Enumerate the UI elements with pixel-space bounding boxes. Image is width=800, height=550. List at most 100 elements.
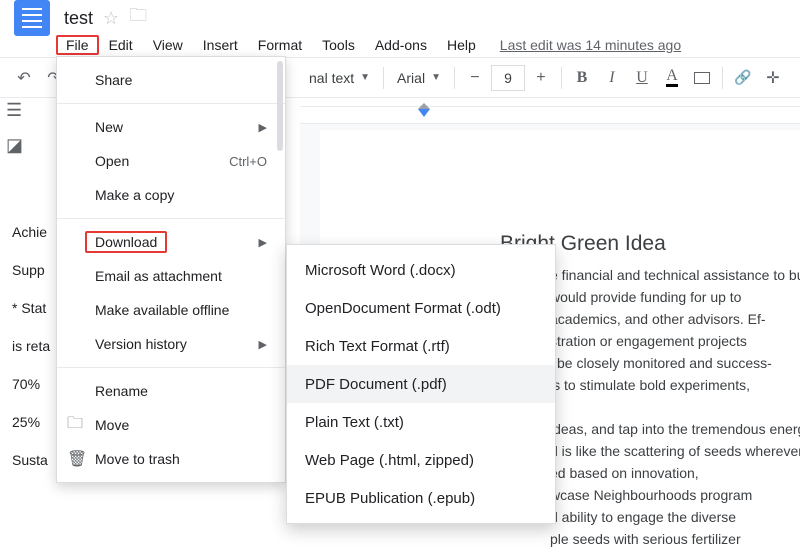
body-line: e financial and technical assistance to … [550, 264, 800, 286]
outline-strip: ☰ ◪ [6, 100, 23, 156]
text-color-a: A [666, 69, 678, 87]
file-menu-rename[interactable]: Rename [57, 374, 285, 408]
file-menu-move[interactable]: 🗀 Move [57, 408, 285, 442]
ruler[interactable] [300, 106, 800, 124]
trash-icon: 🗑 [67, 449, 87, 469]
body-line: d is like the scattering of seeds wherev… [550, 440, 800, 462]
menu-view[interactable]: View [143, 35, 193, 55]
document-body: e financial and technical assistance to … [550, 264, 800, 550]
menu-tools[interactable]: Tools [312, 35, 365, 55]
body-line: ideas, and tap into the tremendous energ… [550, 418, 800, 440]
menu-separator [57, 367, 285, 368]
undo-button[interactable]: ↶ [10, 64, 38, 92]
file-menu-offline[interactable]: Make available offline [57, 293, 285, 327]
file-menu-open[interactable]: OpenCtrl+O [57, 144, 285, 178]
outline-fragments: Achie Supp * Stat is reta 70% 25% Susta [12, 224, 50, 468]
paragraph-style-label: nal text [309, 70, 354, 86]
file-menu-download[interactable]: Download ▶ [57, 225, 285, 259]
file-menu-make-copy[interactable]: Make a copy [57, 178, 285, 212]
menu-label: Version history [95, 336, 187, 352]
highlight-icon [694, 72, 710, 84]
font-label: Arial [397, 70, 425, 86]
menu-help[interactable]: Help [437, 35, 486, 55]
paragraph-style-select[interactable]: nal text ▼ [302, 65, 377, 91]
download-rtf[interactable]: Rich Text Format (.rtf) [287, 327, 555, 365]
body-line: d ability to engage the diverse [550, 506, 800, 528]
menu-label: Move [95, 417, 129, 433]
outline-frag[interactable]: * Stat [12, 300, 50, 316]
menu-label: Rename [95, 383, 148, 399]
file-menu-new[interactable]: New ▶ [57, 110, 285, 144]
bold-button[interactable]: B [568, 64, 596, 92]
folder-icon: 🗀 [67, 412, 83, 439]
highlight-button[interactable] [688, 64, 716, 92]
outline-frag[interactable]: Achie [12, 224, 50, 240]
separator [383, 67, 384, 89]
outline-frag[interactable]: 70% [12, 376, 50, 392]
menu-separator [57, 218, 285, 219]
explore-icon[interactable]: ◪ [6, 135, 23, 156]
submenu-arrow-icon: ▶ [259, 121, 267, 134]
download-pdf[interactable]: PDF Document (.pdf) [287, 365, 555, 403]
caret-icon: ▼ [360, 72, 370, 83]
add-comment-button[interactable]: ✛ [759, 64, 787, 92]
menu-label: Email as attachment [95, 268, 222, 284]
file-menu-email[interactable]: Email as attachment [57, 259, 285, 293]
submenu-arrow-icon: ▶ [259, 338, 267, 351]
menu-insert[interactable]: Insert [193, 35, 248, 55]
menu-addons[interactable]: Add-ons [365, 35, 437, 55]
body-line: ed based on innovation, [550, 462, 800, 484]
download-html[interactable]: Web Page (.html, zipped) [287, 441, 555, 479]
font-select[interactable]: Arial ▼ [390, 65, 448, 91]
menu-label: Move to trash [95, 451, 180, 467]
font-size-decrease[interactable]: − [461, 64, 489, 92]
last-edit-link[interactable]: Last edit was 14 minutes ago [500, 37, 681, 53]
move-folder-icon[interactable]: 🗀 [129, 3, 147, 33]
underline-button[interactable]: U [628, 64, 656, 92]
menu-separator [57, 103, 285, 104]
separator [454, 67, 455, 89]
download-docx[interactable]: Microsoft Word (.docx) [287, 251, 555, 289]
font-size-input[interactable]: 9 [491, 65, 525, 91]
docs-logo[interactable] [14, 0, 50, 36]
outline-frag[interactable]: is reta [12, 338, 50, 354]
insert-link-button[interactable] [729, 64, 757, 92]
outline-frag[interactable]: Supp [12, 262, 50, 278]
body-line [550, 396, 800, 418]
separator [561, 67, 562, 89]
outline-frag[interactable]: Susta [12, 452, 50, 468]
file-menu-share[interactable]: Share [57, 63, 285, 97]
menu-label: Share [95, 72, 132, 88]
download-submenu: Microsoft Word (.docx) OpenDocument Form… [286, 244, 556, 524]
indent-marker-icon[interactable] [418, 109, 430, 117]
body-line: l be closely monitored and success- [550, 352, 800, 374]
caret-icon: ▼ [431, 72, 441, 83]
font-size-increase[interactable]: + [527, 64, 555, 92]
menu-label: Download [95, 234, 157, 250]
file-menu-version-history[interactable]: Version history ▶ [57, 327, 285, 361]
menu-label: Make a copy [95, 187, 174, 203]
body-line: is to stimulate bold experiments, [550, 374, 800, 396]
download-txt[interactable]: Plain Text (.txt) [287, 403, 555, 441]
body-line: academics, and other advisors. Ef- [550, 308, 800, 330]
menu-format[interactable]: Format [248, 35, 312, 55]
menu-label: Make available offline [95, 302, 229, 318]
file-menu-dropdown: Share New ▶ OpenCtrl+O Make a copy Downlo… [56, 56, 286, 483]
body-line: would provide funding for up to [550, 286, 800, 308]
outline-icon[interactable]: ☰ [6, 100, 23, 121]
menu-file[interactable]: File [56, 35, 99, 55]
text-color-button[interactable]: A [658, 64, 686, 92]
body-line: ple seeds with serious fertilizer [550, 528, 800, 550]
download-epub[interactable]: EPUB Publication (.epub) [287, 479, 555, 517]
menu-edit[interactable]: Edit [99, 35, 143, 55]
document-title[interactable]: test [58, 6, 99, 31]
menu-label: New [95, 119, 123, 135]
menu-label: Open [95, 153, 129, 169]
separator [722, 67, 723, 89]
file-menu-trash[interactable]: 🗑 Move to trash [57, 442, 285, 476]
download-odt[interactable]: OpenDocument Format (.odt) [287, 289, 555, 327]
outline-frag[interactable]: 25% [12, 414, 50, 430]
italic-button[interactable]: I [598, 64, 626, 92]
submenu-arrow-icon: ▶ [259, 236, 267, 249]
star-icon[interactable]: ☆ [103, 8, 119, 29]
